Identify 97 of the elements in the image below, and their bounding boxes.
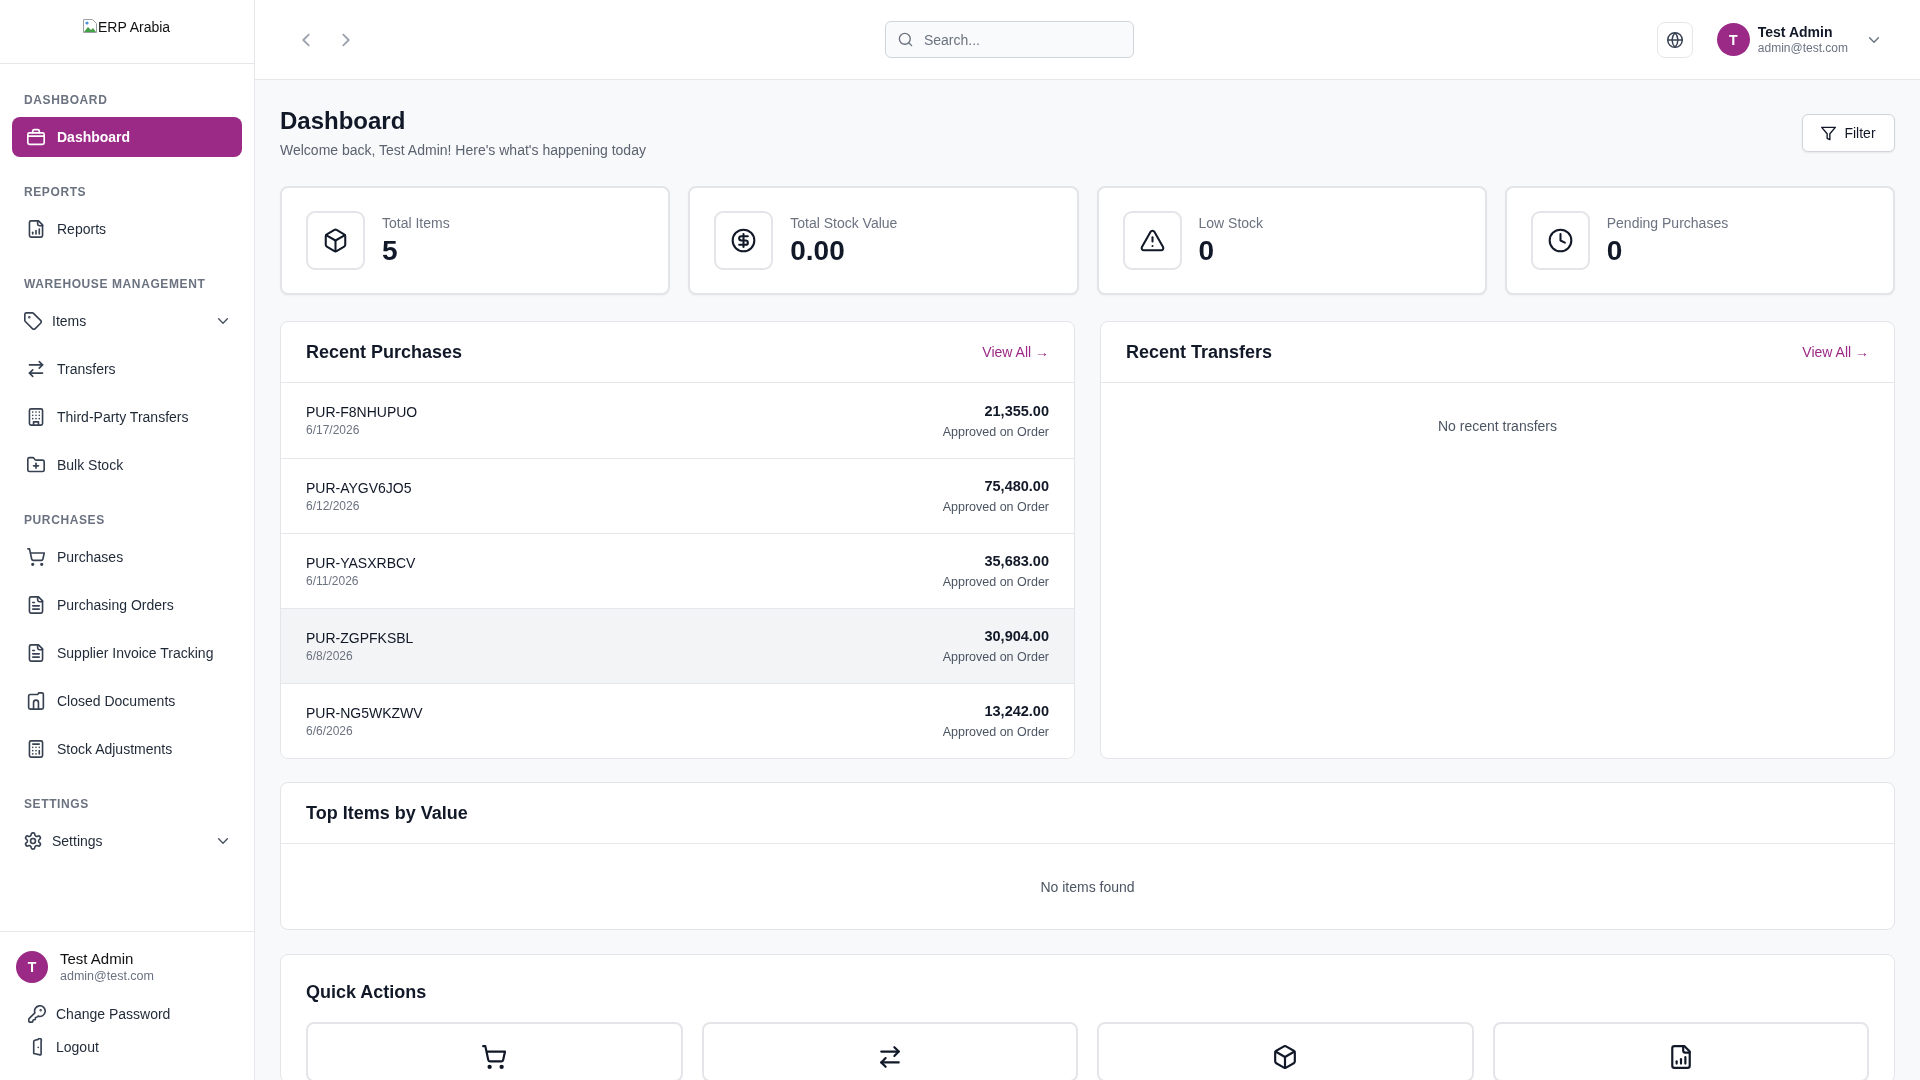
clock-icon bbox=[1530, 211, 1590, 270]
briefcase-icon bbox=[27, 128, 45, 146]
stat-value: 5 bbox=[382, 233, 399, 268]
document-icon bbox=[27, 596, 45, 614]
purchase-date: 6/6/2026 bbox=[306, 722, 354, 739]
tag-icon bbox=[24, 312, 42, 330]
stat-label: Low Stock bbox=[1198, 213, 1264, 232]
sidebar-item[interactable]: Third-Party Transfers bbox=[12, 397, 242, 437]
purchase-status: Approved on Order bbox=[942, 649, 1049, 665]
sidebar-item[interactable]: Purchasing Orders bbox=[12, 585, 242, 625]
purchase-id: PUR-NG5WKZWV bbox=[306, 703, 423, 722]
view-all-link[interactable]: View All → bbox=[982, 344, 1049, 360]
purchase-amount: 21,355.00 bbox=[983, 401, 1049, 420]
sidebar-item[interactable]: Dashboard bbox=[12, 117, 242, 157]
cart-icon bbox=[27, 548, 45, 566]
sidebar-item[interactable]: Closed Documents bbox=[12, 681, 242, 721]
stat-label: Pending Purchases bbox=[1606, 213, 1729, 232]
panel-title: Quick Actions bbox=[306, 981, 428, 1004]
section-heading: SETTINGS bbox=[23, 796, 90, 812]
purchase-status: Approved on Order bbox=[942, 499, 1049, 515]
filter-button[interactable]: Filter bbox=[1802, 114, 1895, 152]
package-icon bbox=[306, 211, 365, 270]
user-email: admin@test.com bbox=[1757, 40, 1848, 56]
sidebar-item[interactable]: Items bbox=[12, 301, 242, 341]
panel-title: Recent Transfers bbox=[1126, 341, 1273, 364]
purchase-id: PUR-ZGPFKSBL bbox=[306, 628, 414, 647]
broken-image-icon bbox=[82, 18, 98, 34]
page-subtitle: Welcome back, Test Admin! Here's what's happening today bbox=[280, 141, 646, 160]
stat-label: Total Stock Value bbox=[790, 213, 898, 232]
purchase-date: 6/8/2026 bbox=[306, 647, 354, 664]
purchase-row[interactable]: PUR-ZGPFKSBL 6/8/2026 30,904.00 Approved on Order bbox=[281, 608, 1074, 683]
arrows-icon bbox=[877, 1045, 902, 1069]
purchase-id: PUR-F8NHUPUO bbox=[306, 403, 418, 421]
panel-title: Top Items by Value bbox=[306, 802, 468, 825]
globe-icon bbox=[1666, 31, 1683, 48]
purchase-date: 6/12/2026 bbox=[306, 497, 361, 514]
purchase-amount: 13,242.00 bbox=[983, 702, 1049, 720]
panel-title: Recent Purchases bbox=[306, 341, 463, 364]
empty-message: No items found bbox=[1040, 877, 1135, 897]
sidebar-item[interactable]: Transfers bbox=[12, 349, 242, 389]
cart-icon bbox=[482, 1045, 507, 1069]
door-icon bbox=[27, 692, 45, 710]
purchase-amount: 35,683.00 bbox=[983, 552, 1049, 570]
logo-text: ERP Arabia bbox=[98, 18, 171, 36]
user-name: Test Admin bbox=[60, 950, 135, 968]
chart-document-icon bbox=[1668, 1045, 1693, 1069]
purchase-id: PUR-YASXRBCV bbox=[306, 553, 416, 572]
stat-value: 0.00 bbox=[790, 233, 846, 268]
key-icon bbox=[28, 1005, 46, 1023]
arrows-icon bbox=[27, 360, 45, 378]
purchase-date: 6/17/2026 bbox=[306, 422, 361, 438]
empty-message: No recent transfers bbox=[1436, 417, 1559, 436]
purchase-id: PUR-AYGV6JO5 bbox=[306, 478, 412, 497]
quick-action-button[interactable] bbox=[1492, 1022, 1869, 1080]
folder-plus-icon bbox=[27, 456, 45, 474]
change-password-link[interactable]: Change Password bbox=[28, 1004, 171, 1024]
search-icon bbox=[897, 32, 913, 47]
quick-action-button[interactable] bbox=[701, 1022, 1078, 1080]
user-avatar: T bbox=[16, 951, 48, 983]
calculator-icon bbox=[27, 740, 45, 758]
view-all-link[interactable]: View All → bbox=[1802, 344, 1869, 360]
user-avatar: T bbox=[1716, 23, 1750, 56]
sidebar-item[interactable]: Supplier Invoice Tracking bbox=[12, 633, 242, 673]
quick-action-button[interactable] bbox=[306, 1022, 683, 1080]
section-heading: REPORTS bbox=[23, 184, 88, 200]
purchase-amount: 30,904.00 bbox=[983, 627, 1049, 645]
page-title: Dashboard bbox=[280, 106, 407, 136]
section-heading: DASHBOARD bbox=[23, 92, 109, 108]
warning-icon bbox=[1122, 211, 1182, 270]
chart-document-icon bbox=[27, 220, 45, 238]
building-icon bbox=[27, 408, 45, 426]
purchase-date: 6/11/2026 bbox=[306, 572, 360, 589]
purchase-status: Approved on Order bbox=[942, 724, 1049, 740]
user-email: admin@test.com bbox=[60, 968, 154, 984]
stat-label: Total Items bbox=[382, 213, 450, 232]
purchase-status: Approved on Order bbox=[942, 423, 1049, 440]
purchase-amount: 75,480.00 bbox=[983, 477, 1049, 495]
sidebar-item[interactable]: Bulk Stock bbox=[12, 445, 242, 485]
settings-icon bbox=[24, 832, 42, 850]
stat-value: 0 bbox=[1606, 233, 1624, 268]
sidebar-item[interactable]: Settings bbox=[12, 821, 242, 861]
sidebar-item[interactable]: Purchases bbox=[12, 537, 242, 577]
logout-link[interactable]: Logout bbox=[28, 1037, 99, 1057]
globe-button[interactable] bbox=[1656, 21, 1693, 58]
user-name: Test Admin bbox=[1757, 23, 1834, 41]
purchase-status: Approved on Order bbox=[942, 574, 1049, 590]
sidebar-item[interactable]: Stock Adjustments bbox=[12, 729, 242, 769]
filter-icon bbox=[1821, 125, 1837, 141]
purchase-row[interactable]: PUR-NG5WKZWV 6/6/2026 13,242.00 Approved on Order bbox=[281, 683, 1074, 758]
quick-action-button[interactable] bbox=[1097, 1022, 1474, 1080]
package-icon bbox=[1273, 1045, 1298, 1069]
stat-value: 0 bbox=[1198, 233, 1216, 268]
section-heading: PURCHASES bbox=[23, 512, 106, 528]
document-icon bbox=[27, 644, 45, 662]
search-field[interactable]: Search... bbox=[884, 21, 1134, 58]
section-heading: WAREHOUSE MANAGEMENT bbox=[23, 276, 207, 292]
sidebar-item[interactable]: Reports bbox=[12, 209, 242, 249]
